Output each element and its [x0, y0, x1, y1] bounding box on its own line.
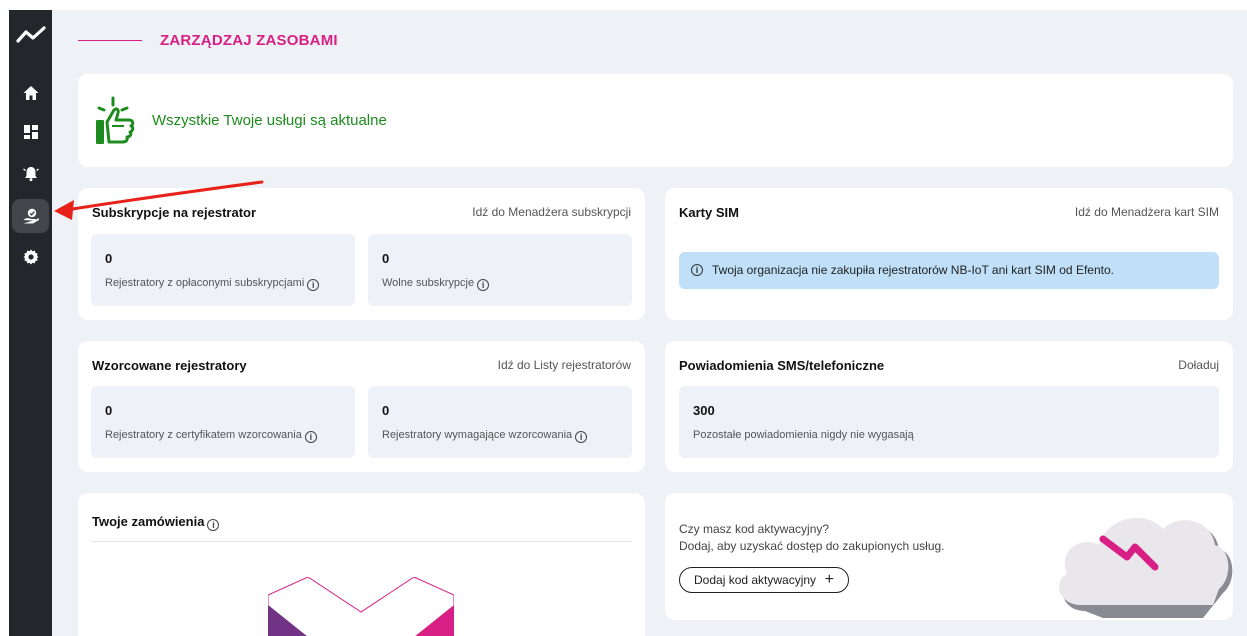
- stat-value: 0: [105, 403, 113, 418]
- stat-value: 300: [693, 403, 715, 418]
- info-icon[interactable]: i: [207, 519, 220, 531]
- stat-label: Rejestratory wymagające wzorcowania i: [382, 429, 588, 443]
- sidebar-item-resources[interactable]: [12, 199, 49, 233]
- loggers-list-link[interactable]: Idź do Listy rejestratorów: [498, 358, 631, 372]
- subscriptions-manager-link[interactable]: Idź do Menadżera subskrypcji: [472, 205, 631, 219]
- status-banner: Wszystkie Twoje usługi są aktualne: [78, 74, 1233, 167]
- activation-description: Dodaj, aby uzyskać dostęp do zakupionych…: [679, 539, 945, 553]
- info-icon[interactable]: i: [575, 431, 588, 443]
- stat-label: Rejestratory z certyfikatem wzorcowania i: [105, 429, 317, 443]
- subscriptions-card: Subskrypcje na rejestrator Idź do Menadż…: [78, 188, 645, 320]
- alarm-icon: [22, 167, 39, 182]
- sidebar-item-dashboard[interactable]: [12, 115, 49, 149]
- sim-manager-link[interactable]: Idź do Menadżera kart SIM: [1075, 205, 1219, 219]
- resources-icon: [23, 208, 39, 224]
- header-decor-line: [78, 40, 142, 41]
- info-icon[interactable]: i: [304, 431, 317, 443]
- info-icon[interactable]: i: [477, 279, 490, 291]
- sim-info-box: i Twoja organizacja nie zakupiła rejestr…: [679, 252, 1219, 289]
- activation-text: Czy masz kod aktywacyjny? Dodaj, aby uzy…: [679, 521, 945, 555]
- sim-card: Karty SIM Idź do Menadżera kart SIM i Tw…: [665, 188, 1233, 320]
- sidebar-item-home[interactable]: [12, 76, 49, 110]
- orders-card: Twoje zamówienia i: [78, 493, 645, 636]
- stat-value: 0: [382, 251, 390, 266]
- sidebar-item-alarms[interactable]: [12, 156, 49, 190]
- activation-card: Czy masz kod aktywacyjny? Dodaj, aby uzy…: [665, 493, 1233, 620]
- activation-question: Czy masz kod aktywacyjny?: [679, 522, 830, 536]
- stat-label: Pozostałe powiadomienia nigdy nie wygasa…: [693, 429, 914, 441]
- thumbs-up-icon: [96, 96, 135, 144]
- stat-free-subscriptions: 0 Wolne subskrypcje i: [368, 234, 632, 306]
- stat-loggers-needing-calibration: 0 Rejestratory wymagające wzorcowania i: [368, 386, 632, 458]
- sim-title: Karty SIM: [679, 205, 739, 220]
- app-logo[interactable]: [16, 24, 46, 46]
- home-icon: [23, 86, 38, 100]
- stat-remaining-notifications: 300 Pozostałe powiadomienia nigdy nie wy…: [679, 386, 1219, 458]
- empty-orders-illustration: [268, 577, 454, 636]
- add-activation-code-button[interactable]: Dodaj kod aktywacyjny +: [679, 567, 849, 593]
- stat-certified-loggers: 0 Rejestratory z certyfikatem wzorcowani…: [91, 386, 355, 458]
- cloud-illustration: [1059, 517, 1233, 618]
- notifications-title: Powiadomienia SMS/telefoniczne: [679, 358, 885, 373]
- stat-label: Wolne subskrypcje i: [382, 277, 490, 291]
- gear-icon: [23, 249, 38, 265]
- stat-paid-subscriptions: 0 Rejestratory z opłaconymi subskrypcjam…: [91, 234, 355, 306]
- main-content: ZARZĄDZAJ ZASOBAMI Wszystkie Twoje usług…: [52, 10, 1247, 636]
- stat-value: 0: [105, 251, 113, 266]
- top-up-link[interactable]: Doładuj: [1178, 358, 1219, 372]
- stat-value: 0: [382, 403, 390, 418]
- orders-title: Twoje zamówienia i: [92, 514, 220, 531]
- status-message: Wszystkie Twoje usługi są aktualne: [152, 112, 387, 129]
- stat-label: Rejestratory z opłaconymi subskrypcjami i: [105, 277, 320, 291]
- page-title: ZARZĄDZAJ ZASOBAMI: [160, 32, 338, 49]
- sidebar-item-settings[interactable]: [12, 240, 49, 274]
- subscriptions-title: Subskrypcje na rejestrator: [92, 205, 257, 220]
- info-icon: i: [691, 264, 703, 276]
- calibrated-card: Wzorcowane rejestratory Idź do Listy rej…: [78, 341, 645, 472]
- notifications-card: Powiadomienia SMS/telefoniczne Doładuj 3…: [665, 341, 1233, 472]
- dashboard-icon: [23, 125, 38, 139]
- orders-divider: [92, 541, 632, 542]
- add-activation-code-label: Dodaj kod aktywacyjny: [694, 573, 817, 587]
- calibrated-title: Wzorcowane rejestratory: [92, 358, 247, 373]
- plus-icon: +: [824, 571, 834, 588]
- sidebar: [9, 10, 52, 636]
- page-top-strip: [0, 0, 1247, 10]
- info-icon[interactable]: i: [307, 279, 320, 291]
- sim-info-text: Twoja organizacja nie zakupiła rejestrat…: [712, 263, 1114, 277]
